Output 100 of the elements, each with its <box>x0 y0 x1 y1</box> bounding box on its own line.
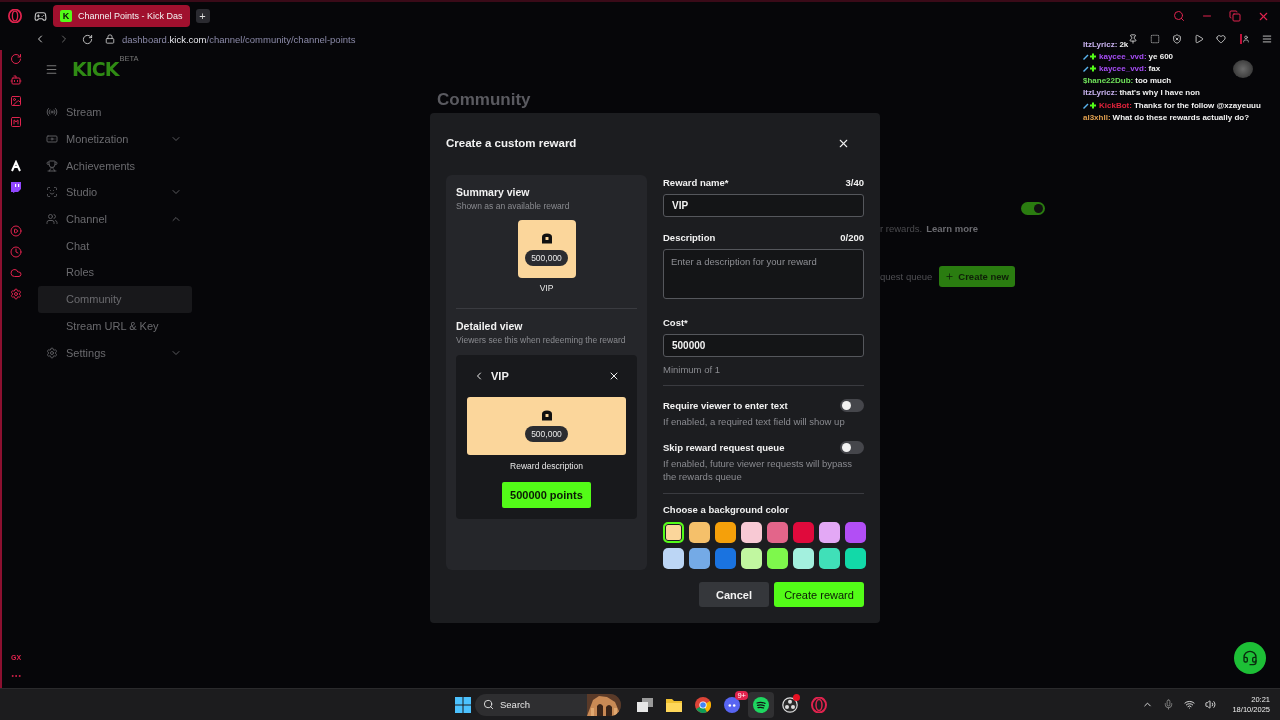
color-swatch[interactable] <box>715 522 736 543</box>
create-new-button[interactable]: Create new <box>939 266 1015 287</box>
color-swatch[interactable] <box>819 548 840 569</box>
search-icon <box>483 699 494 710</box>
opera-logo-icon[interactable] <box>8 9 22 23</box>
color-swatch[interactable] <box>767 522 788 543</box>
dialog-title: Create a custom reward <box>446 137 577 149</box>
menu-icon[interactable] <box>1262 34 1272 44</box>
kick-logo: KICK <box>72 58 119 80</box>
scan-face-icon <box>46 186 58 199</box>
chat-username: al3xhll: <box>1083 112 1111 122</box>
reload-icon[interactable] <box>82 33 93 45</box>
create-reward-button[interactable]: Create reward <box>774 582 864 607</box>
cloud-icon[interactable] <box>10 267 22 279</box>
toggle-switch[interactable] <box>840 398 864 412</box>
windows-logo-icon[interactable] <box>455 696 471 713</box>
nav-subitem[interactable]: Community <box>38 285 192 313</box>
nav-item[interactable]: Studio <box>38 179 192 206</box>
kick-icon[interactable] <box>10 160 22 172</box>
heart-icon[interactable] <box>1216 34 1226 44</box>
color-swatch[interactable] <box>819 522 840 543</box>
color-swatch[interactable] <box>793 548 814 569</box>
support-button[interactable] <box>1234 642 1266 674</box>
close-icon[interactable] <box>608 370 620 382</box>
chest-icon <box>540 232 553 244</box>
nav-item[interactable]: Channel <box>38 205 192 233</box>
plus-icon <box>945 272 955 281</box>
character-counter: 0/200 <box>840 231 864 243</box>
user-icon[interactable] <box>1240 34 1250 44</box>
volume-icon[interactable] <box>1205 699 1217 710</box>
obs-icon <box>782 696 798 713</box>
color-swatch[interactable] <box>767 548 788 569</box>
field-label: Description <box>663 231 716 243</box>
redeem-button[interactable]: 500000 points <box>502 482 591 508</box>
restore-icon[interactable] <box>1229 10 1241 22</box>
chat-message: Thanks for the follow @xzayeuuu <box>1133 100 1261 110</box>
nav-item[interactable]: Settings <box>38 339 192 366</box>
address-text[interactable]: dashboard.kick.com/channel/community/channel-points <box>122 33 356 45</box>
taskbar-app[interactable] <box>748 691 774 718</box>
spotify-icon <box>753 696 769 713</box>
avatar[interactable] <box>1233 60 1253 78</box>
nav-subitem[interactable]: Stream URL & Key <box>38 312 192 340</box>
kick-favicon: K <box>60 10 72 22</box>
chat-message: too much <box>1135 76 1172 86</box>
nav-subitem[interactable]: Roles <box>38 259 192 286</box>
color-swatch[interactable] <box>845 522 866 543</box>
learn-more-link[interactable]: Learn more <box>926 223 978 234</box>
nav-item[interactable]: Stream <box>38 99 192 126</box>
bot-icon[interactable] <box>10 74 22 86</box>
play-icon[interactable] <box>10 225 22 237</box>
input-field[interactable]: VIP <box>663 194 864 217</box>
color-swatch[interactable] <box>741 548 762 569</box>
settings-icon[interactable] <box>10 288 22 300</box>
toggle-switch[interactable] <box>840 440 864 454</box>
new-tab-button[interactable]: + <box>195 9 210 23</box>
color-swatch[interactable] <box>663 522 684 543</box>
wifi-icon[interactable] <box>1184 699 1196 710</box>
color-swatch[interactable] <box>845 548 866 569</box>
clock-icon[interactable] <box>10 246 22 258</box>
twitch-icon[interactable] <box>10 181 22 193</box>
gamepad-icon[interactable] <box>34 9 47 23</box>
image-icon[interactable] <box>10 95 22 107</box>
toggle-switch[interactable] <box>1021 202 1045 215</box>
trophy-icon <box>46 159 58 172</box>
users-icon <box>46 213 58 226</box>
color-swatch[interactable] <box>689 548 710 569</box>
section-subtitle: Shown as an available reward <box>456 201 571 211</box>
color-swatch[interactable] <box>689 522 710 543</box>
nav-subitem[interactable]: Chat <box>38 232 192 260</box>
toggle-label: Skip reward request queue <box>663 441 785 453</box>
nav-item[interactable]: Achievements <box>38 152 192 180</box>
chrome-icon <box>695 696 711 713</box>
folder-icon <box>666 697 682 712</box>
section-title: Detailed view <box>456 320 524 332</box>
shield-icon[interactable] <box>1172 34 1182 44</box>
search-field[interactable]: Search <box>475 693 621 716</box>
description-field[interactable]: Enter a description for your reward <box>663 249 864 299</box>
color-swatch[interactable] <box>793 522 814 543</box>
cancel-button[interactable]: Cancel <box>699 582 769 607</box>
color-swatch[interactable] <box>715 548 736 569</box>
browser-tab[interactable]: K Channel Points - Kick Das <box>53 5 190 27</box>
search-icon[interactable] <box>1173 10 1185 22</box>
refresh-icon[interactable] <box>10 53 22 65</box>
chat-message: What do these rewards actually do? <box>1112 112 1250 122</box>
color-swatch[interactable] <box>663 548 684 569</box>
input-field[interactable]: 500000 <box>663 334 864 357</box>
microphone-icon[interactable] <box>1163 699 1175 710</box>
request-queue-button[interactable]: quest queue <box>880 266 933 287</box>
color-swatch[interactable] <box>741 522 762 543</box>
nav-item[interactable]: Monetization <box>38 125 192 153</box>
settings-icon <box>46 346 58 359</box>
send-icon[interactable] <box>1194 34 1204 44</box>
field-label: Reward name* <box>663 176 729 188</box>
menu-icon[interactable] <box>45 62 58 76</box>
chat-message: fax <box>1148 63 1161 73</box>
square-m-icon[interactable] <box>10 116 22 128</box>
pin-icon[interactable] <box>1128 34 1138 44</box>
snapshot-icon[interactable] <box>1150 34 1160 44</box>
chat-username: $hane22Dub: <box>1083 76 1134 86</box>
opera-icon <box>811 696 827 713</box>
